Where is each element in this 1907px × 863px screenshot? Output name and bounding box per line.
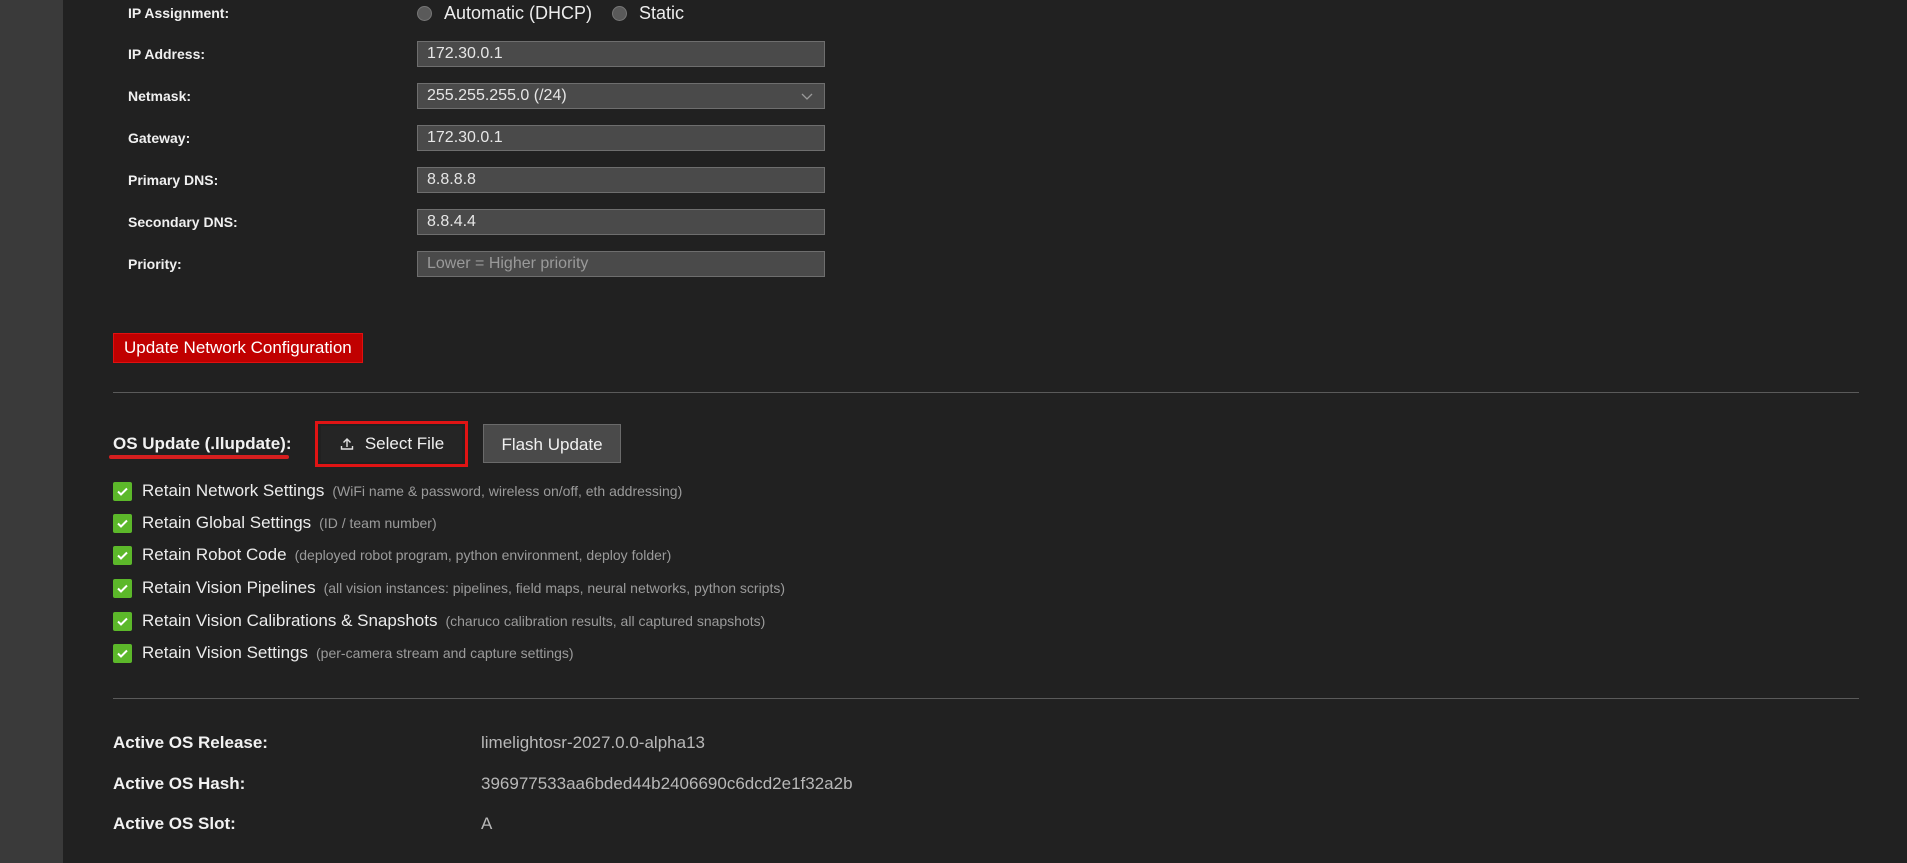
netmask-row: Netmask: 255.255.255.0 (/24) [63, 83, 843, 114]
retain-option-description: (charuco calibration results, all captur… [445, 613, 766, 629]
active-os-release-label: Active OS Release: [113, 733, 268, 752]
active-os-slot-value: A [481, 814, 493, 833]
gateway-input[interactable] [417, 125, 825, 151]
secondary-dns-label: Secondary DNS: [128, 214, 238, 230]
left-sidebar [0, 0, 63, 863]
primary-dns-input[interactable] [417, 167, 825, 193]
retain-option-label: Retain Global Settings [142, 513, 312, 532]
netmask-selected-value: 255.255.255.0 (/24) [427, 87, 567, 104]
ip-assignment-label: IP Assignment: [128, 5, 230, 21]
retain-option-label: Retain Vision Calibrations & Snapshots [142, 611, 438, 630]
ip-address-input[interactable] [417, 41, 825, 67]
retain-vision-pipelines-option[interactable]: Retain Vision Pipelines (all vision inst… [113, 576, 785, 600]
checkbox-checked-icon[interactable] [113, 481, 132, 501]
chevron-down-icon [801, 93, 813, 100]
retain-option-label: Retain Vision Pipelines [142, 578, 316, 597]
ip-address-row: IP Address: [63, 41, 843, 72]
ip-address-label: IP Address: [128, 46, 206, 62]
retain-option-label: Retain Robot Code [142, 545, 287, 564]
checkbox-checked-icon[interactable] [113, 643, 132, 663]
radio-circle-icon[interactable] [417, 5, 432, 21]
os-update-label: OS Update (.llupdate): [113, 434, 292, 453]
active-os-slot-row: Active OS Slot: A [113, 812, 1013, 836]
radio-automatic-dhcp[interactable]: Automatic (DHCP) [417, 3, 592, 24]
section-divider [113, 392, 1859, 393]
settings-content: IP Assignment: Automatic (DHCP) Static I… [63, 0, 1907, 863]
retain-option-description: (all vision instances: pipelines, field … [323, 580, 786, 596]
priority-row: Priority: [63, 251, 843, 282]
retain-option-label: Retain Vision Settings [142, 643, 309, 662]
radio-label-dhcp: Automatic (DHCP) [444, 2, 593, 23]
primary-dns-label: Primary DNS: [128, 172, 219, 188]
retain-option-description: (ID / team number) [319, 515, 437, 531]
retain-global-settings-option[interactable]: Retain Global Settings (ID / team number… [113, 511, 437, 535]
upload-icon [340, 438, 354, 450]
retain-network-settings-option[interactable]: Retain Network Settings (WiFi name & pas… [113, 479, 682, 503]
netmask-label: Netmask: [128, 88, 192, 104]
radio-static[interactable]: Static [612, 3, 684, 24]
checkbox-checked-icon[interactable] [113, 513, 132, 533]
retain-option-description: (per-camera stream and capture settings) [316, 645, 574, 661]
active-os-hash-value: 396977533aa6bded44b2406690c6dcd2e1f32a2b [481, 774, 853, 793]
active-os-hash-row: Active OS Hash: 396977533aa6bded44b24066… [113, 772, 1013, 796]
checkbox-checked-icon[interactable] [113, 545, 132, 565]
retain-option-description: (deployed robot program, python environm… [294, 547, 672, 563]
active-os-release-value: limelightosr-2027.0.0-alpha13 [481, 733, 705, 752]
radio-label-static: Static [639, 2, 685, 23]
active-os-hash-label: Active OS Hash: [113, 774, 246, 793]
checkbox-checked-icon[interactable] [113, 578, 132, 598]
secondary-dns-row: Secondary DNS: [63, 209, 843, 240]
active-os-release-row: Active OS Release: limelightosr-2027.0.0… [113, 731, 1013, 755]
gateway-label: Gateway: [128, 130, 191, 146]
retain-option-label: Retain Network Settings [142, 481, 325, 500]
retain-vision-calibrations-option[interactable]: Retain Vision Calibrations & Snapshots (… [113, 609, 765, 633]
priority-input[interactable] [417, 251, 825, 277]
secondary-dns-input[interactable] [417, 209, 825, 235]
priority-label: Priority: [128, 256, 182, 272]
retain-vision-settings-option[interactable]: Retain Vision Settings (per-camera strea… [113, 641, 574, 665]
annotation-underline [109, 455, 289, 459]
retain-robot-code-option[interactable]: Retain Robot Code (deployed robot progra… [113, 543, 671, 567]
gateway-row: Gateway: [63, 125, 843, 156]
update-network-configuration-button[interactable]: Update Network Configuration [113, 333, 363, 363]
primary-dns-row: Primary DNS: [63, 167, 843, 198]
checkbox-checked-icon[interactable] [113, 611, 132, 631]
ip-assignment-radio-group: Automatic (DHCP) Static [417, 1, 704, 25]
select-file-button[interactable]: Select File [321, 426, 462, 462]
flash-update-button[interactable]: Flash Update [483, 424, 621, 463]
netmask-select[interactable]: 255.255.255.0 (/24) [417, 83, 825, 109]
active-os-slot-label: Active OS Slot: [113, 814, 236, 833]
section-divider [113, 698, 1859, 699]
retain-option-description: (WiFi name & password, wireless on/off, … [332, 483, 683, 499]
select-file-label: Select File [364, 434, 445, 453]
ip-assignment-row: IP Assignment: Automatic (DHCP) Static [63, 1, 843, 31]
radio-circle-icon[interactable] [612, 5, 628, 21]
